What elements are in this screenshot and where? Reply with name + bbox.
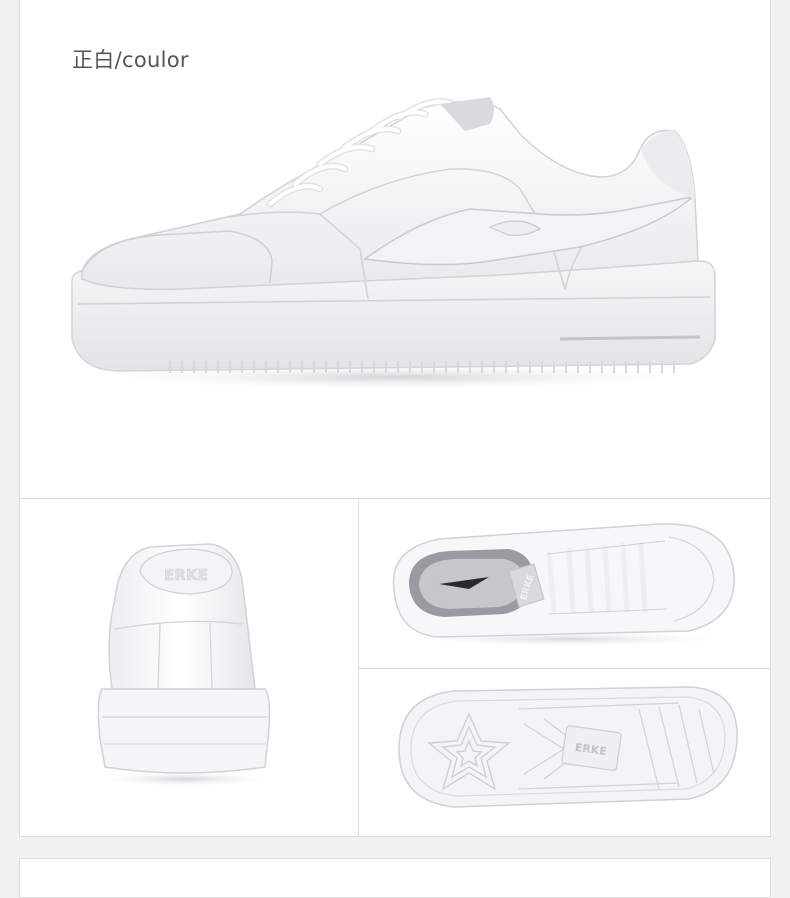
- shoe-side-view-image: [65, 97, 725, 391]
- shoe-top-view-image: ERKE: [392, 523, 744, 647]
- sole-view-panel: ERKE: [358, 668, 771, 837]
- heel-view-panel: ERKE: [19, 498, 359, 837]
- shoe-heel-view-image: ERKE: [90, 543, 280, 787]
- heel-brand-mark: ERKE: [164, 566, 208, 584]
- main-product-panel: 正白/coulor: [19, 0, 771, 499]
- next-section-panel: [19, 858, 771, 898]
- top-view-panel: ERKE: [358, 498, 771, 669]
- shoe-sole-view-image: ERKE: [398, 686, 738, 808]
